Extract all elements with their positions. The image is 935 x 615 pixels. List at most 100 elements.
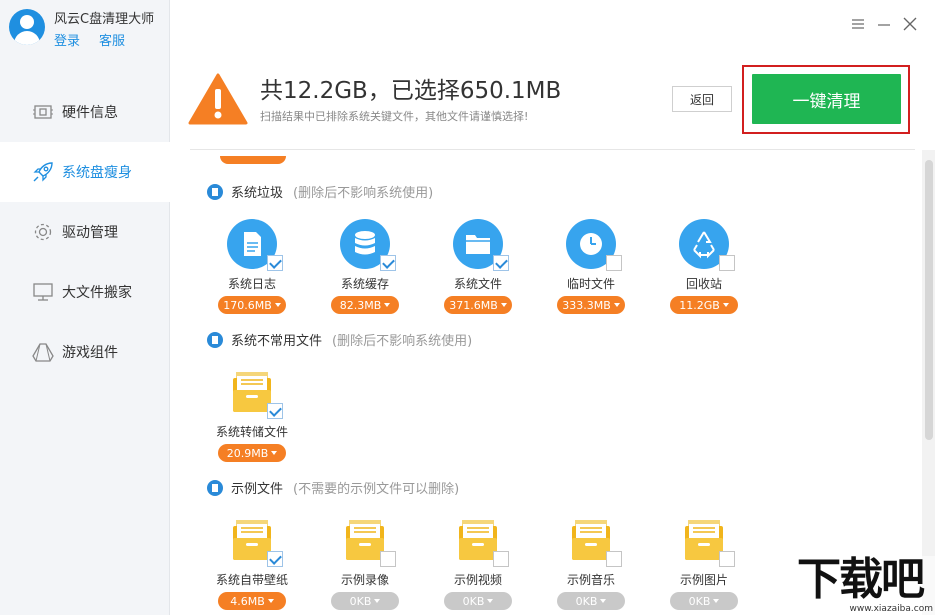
- sidebar-item-hardware[interactable]: 硬件信息: [0, 82, 170, 142]
- section-note: (不需要的示例文件可以删除): [293, 482, 460, 497]
- sidebar-item-driver[interactable]: 驱动管理: [0, 202, 170, 262]
- header-divider: [190, 149, 915, 150]
- item-sample-pictures[interactable]: 示例图片 0KB: [654, 515, 754, 610]
- caret-down-icon: [713, 599, 720, 603]
- item-sample-recordings[interactable]: 示例录像 0KB: [315, 515, 415, 610]
- sidebar-item-system-slim[interactable]: 系统盘瘦身: [0, 142, 171, 202]
- size-value: 0KB: [688, 594, 711, 608]
- size-dropdown[interactable]: 333.3MB: [557, 296, 625, 314]
- support-link[interactable]: 客服: [99, 30, 125, 49]
- section-title-text: 示例文件: [231, 482, 284, 497]
- item-sample-videos[interactable]: 示例视频 0KB: [428, 515, 528, 610]
- item-checkbox[interactable]: [267, 551, 283, 567]
- item-checkbox[interactable]: [493, 551, 509, 567]
- watermark-url: www.xiazaiba.com: [849, 604, 933, 614]
- caret-down-icon: [613, 303, 620, 307]
- item-checkbox[interactable]: [267, 403, 283, 419]
- size-value: 0KB: [462, 594, 485, 608]
- sidebar-item-game[interactable]: 游戏组件: [0, 322, 170, 382]
- sidebar-item-label: 游戏组件: [62, 345, 118, 361]
- size-value: 170.6MB: [223, 298, 272, 312]
- size-dropdown[interactable]: 20.9MB: [218, 444, 286, 462]
- watermark-logo-text: 下载吧: [797, 554, 925, 605]
- item-temp-files[interactable]: 临时文件 333.3MB: [541, 219, 641, 314]
- caret-down-icon: [267, 599, 274, 603]
- game-icon: [32, 341, 54, 363]
- warning-icon: [188, 73, 248, 125]
- item-checkbox[interactable]: [719, 551, 735, 567]
- item-recycle-bin[interactable]: 回收站 11.2GB: [654, 219, 754, 314]
- sidebar-item-large-file[interactable]: 大文件搬家: [0, 262, 170, 322]
- item-system-log[interactable]: 系统日志 170.6MB: [202, 219, 302, 314]
- item-label: 示例音乐: [566, 573, 615, 587]
- rocket-icon: [32, 161, 54, 183]
- section-title-sample-files: 示例文件 (不需要的示例文件可以删除): [207, 478, 459, 497]
- section-title-system-junk: 系统垃圾 (删除后不影响系统使用): [207, 182, 433, 201]
- size-dropdown[interactable]: 4.6MB: [218, 592, 286, 610]
- hardware-icon: [32, 101, 54, 123]
- item-label: 系统日志: [227, 277, 276, 291]
- item-wallpapers[interactable]: 系统自带壁纸 4.6MB: [202, 515, 302, 610]
- sidebar-item-label: 系统盘瘦身: [62, 165, 132, 181]
- size-value: 4.6MB: [230, 594, 265, 608]
- size-value: 0KB: [349, 594, 372, 608]
- back-button[interactable]: 返回: [672, 86, 732, 112]
- item-label: 示例录像: [340, 573, 389, 587]
- size-dropdown[interactable]: 0KB: [670, 592, 738, 610]
- sidebar-item-label: 大文件搬家: [62, 285, 132, 301]
- section-icon: [207, 183, 223, 200]
- item-checkbox[interactable]: [380, 551, 396, 567]
- scrollbar-thumb[interactable]: [925, 160, 933, 440]
- size-value: 20.9MB: [226, 446, 269, 460]
- sidebar-item-label: 硬件信息: [62, 105, 118, 121]
- item-sample-music[interactable]: 示例音乐 0KB: [541, 515, 641, 610]
- item-label: 系统缓存: [340, 277, 389, 291]
- login-link[interactable]: 登录: [54, 30, 80, 49]
- sidebar-item-label: 驱动管理: [62, 225, 118, 241]
- item-label: 临时文件: [566, 277, 615, 291]
- monitor-icon: [32, 281, 54, 303]
- section-title-text: 系统垃圾: [231, 186, 284, 201]
- scan-summary-title: 共12.2GB，已选择650.1MB: [260, 78, 562, 104]
- minimize-icon[interactable]: [876, 16, 892, 32]
- item-checkbox[interactable]: [380, 255, 396, 271]
- menu-icon[interactable]: [850, 16, 866, 32]
- item-dump-files[interactable]: 系统转储文件 20.9MB: [202, 367, 302, 462]
- size-dropdown[interactable]: 0KB: [444, 592, 512, 610]
- size-value: 11.2GB: [679, 298, 720, 312]
- size-dropdown[interactable]: 11.2GB: [670, 296, 738, 314]
- close-icon[interactable]: [902, 16, 918, 32]
- item-label: 系统自带壁纸: [215, 573, 288, 587]
- item-checkbox[interactable]: [606, 551, 622, 567]
- size-dropdown[interactable]: 170.6MB: [218, 296, 286, 314]
- item-label: 回收站: [685, 277, 722, 291]
- size-dropdown[interactable]: 371.6MB: [444, 296, 512, 314]
- app-title: 风云C盘清理大师: [54, 12, 155, 27]
- gear-icon: [32, 221, 54, 243]
- partial-size-pill: [220, 156, 286, 164]
- item-system-files[interactable]: 系统文件 371.6MB: [428, 219, 528, 314]
- item-checkbox[interactable]: [493, 255, 509, 271]
- item-system-cache[interactable]: 系统缓存 82.3MB: [315, 219, 415, 314]
- item-checkbox[interactable]: [606, 255, 622, 271]
- item-checkbox[interactable]: [719, 255, 735, 271]
- size-value: 333.3MB: [562, 298, 611, 312]
- caret-down-icon: [384, 303, 391, 307]
- item-checkbox[interactable]: [267, 255, 283, 271]
- size-dropdown[interactable]: 82.3MB: [331, 296, 399, 314]
- size-dropdown[interactable]: 0KB: [331, 592, 399, 610]
- section-title-uncommon-files: 系统不常用文件 (删除后不影响系统使用): [207, 330, 472, 349]
- size-dropdown[interactable]: 0KB: [557, 592, 625, 610]
- size-value: 0KB: [575, 594, 598, 608]
- user-profile: 风云C盘清理大师 登录 客服: [0, 0, 170, 62]
- item-label: 示例图片: [679, 573, 728, 587]
- caret-down-icon: [274, 303, 281, 307]
- avatar[interactable]: [9, 9, 45, 45]
- item-label: 系统文件: [453, 277, 502, 291]
- caret-down-icon: [500, 303, 507, 307]
- watermark: 下载吧 www.xiazaiba.com: [797, 556, 935, 615]
- caret-down-icon: [487, 599, 494, 603]
- one-click-clean-button[interactable]: 一键清理: [752, 74, 901, 124]
- caret-down-icon: [374, 599, 381, 603]
- size-value: 371.6MB: [449, 298, 498, 312]
